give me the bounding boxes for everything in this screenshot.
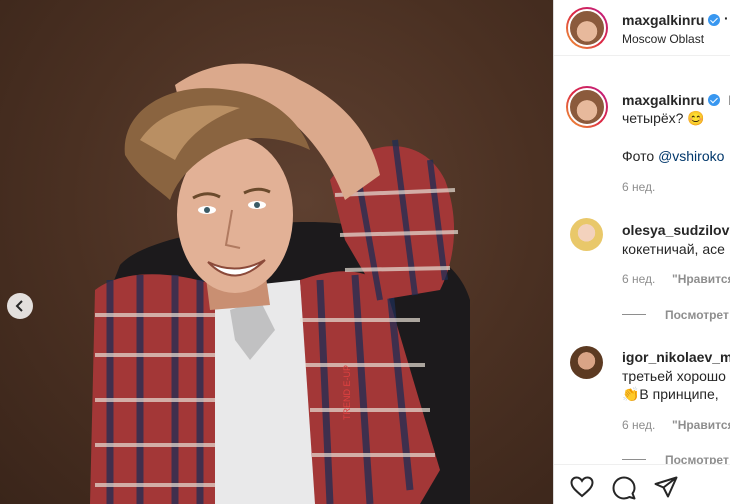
post-photo[interactable]: TREND E-UP <box>0 0 553 504</box>
commenter-avatar[interactable] <box>570 346 603 379</box>
shirt-label-text: TREND E-UP <box>342 365 352 420</box>
post-sidebar: maxgalkinru · Moscow Oblast maxgalkinru … <box>553 0 730 504</box>
comment-timestamp[interactable]: 6 нед. <box>622 272 655 286</box>
heart-icon[interactable] <box>570 476 594 498</box>
view-replies-button[interactable]: Посмотрет <box>665 308 729 322</box>
comment-text-line1: третьей хорошо <box>622 368 726 384</box>
author-username-header[interactable]: maxgalkinru <box>622 12 721 28</box>
caption-text-line2: четырёх? 😊 <box>622 110 705 126</box>
photo-credit-prefix: Фото <box>622 148 659 164</box>
post-header: maxgalkinru · Moscow Oblast <box>554 0 730 56</box>
post-action-bar <box>554 464 730 504</box>
more-options-icon[interactable]: · <box>724 10 729 26</box>
photo-credit-mention[interactable]: @vshiroko <box>658 148 724 164</box>
comment-timestamp[interactable]: 6 нед. <box>622 418 655 432</box>
comment-like-button[interactable]: "Нравится <box>672 418 730 432</box>
comment-icon[interactable] <box>612 476 636 500</box>
comment-text: кокетничай, асе <box>622 241 725 257</box>
verified-badge-icon <box>708 94 721 106</box>
caption-author-username[interactable]: maxgalkinru Н <box>622 92 730 108</box>
comment-username[interactable]: igor_nikolaev_m <box>622 349 730 365</box>
comment-text-line2: 👏В принципе, <box>622 386 719 402</box>
verified-badge-icon <box>708 14 721 26</box>
photo-credit: Фото @vshiroko <box>622 148 724 164</box>
replies-divider <box>622 459 646 460</box>
comment-like-button[interactable]: "Нравится <box>672 272 730 286</box>
comment-username[interactable]: olesya_sudzilovs <box>622 222 730 238</box>
chevron-left-icon <box>15 300 23 312</box>
caption-timestamp[interactable]: 6 нед. <box>622 180 655 194</box>
commenter-avatar[interactable] <box>570 218 603 251</box>
paper-plane-icon[interactable] <box>654 476 678 498</box>
author-avatar[interactable] <box>566 7 608 49</box>
caption-author-avatar[interactable] <box>566 86 608 128</box>
replies-divider <box>622 314 646 315</box>
previous-photo-button[interactable] <box>7 293 33 319</box>
post-location[interactable]: Moscow Oblast <box>622 32 704 46</box>
man-portrait-illustration: TREND E-UP <box>90 63 470 504</box>
